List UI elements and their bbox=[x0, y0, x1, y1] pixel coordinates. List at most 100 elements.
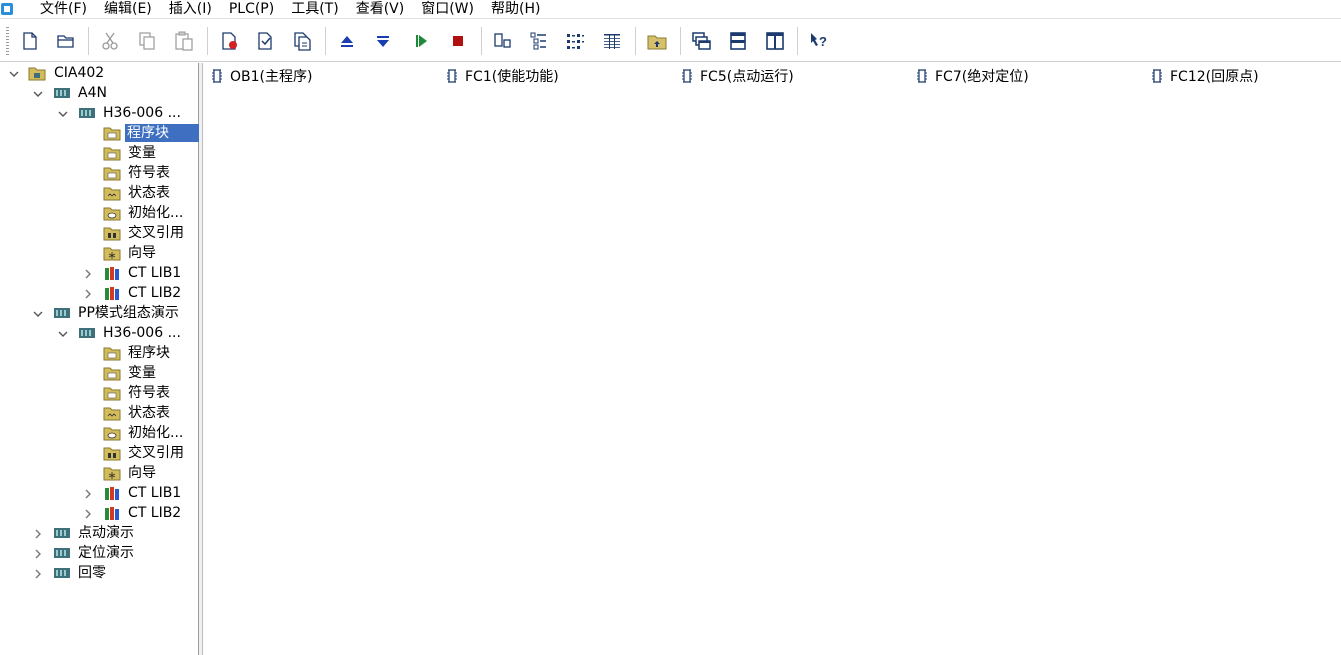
list-view-icon bbox=[567, 34, 584, 49]
menu-bar: 文件(F) 编辑(E) 插入(I) PLC(P) 工具(T) 查看(V) 窗口(… bbox=[0, 0, 1341, 17]
block-label: FC12(回原点) bbox=[1170, 69, 1259, 85]
copy-button[interactable] bbox=[136, 30, 158, 52]
cut-icon bbox=[102, 32, 118, 50]
paste-icon bbox=[175, 31, 193, 51]
tree-label-status-table[interactable]: 状态表 bbox=[128, 184, 170, 202]
cross-ref-folder-icon bbox=[103, 227, 121, 241]
plc-station-icon bbox=[54, 548, 70, 558]
chevron-right-icon[interactable] bbox=[32, 568, 44, 580]
check-doc-icon bbox=[258, 32, 272, 50]
paste-button[interactable] bbox=[173, 30, 195, 52]
tree-label-position-demo[interactable]: 定位演示 bbox=[78, 544, 134, 562]
upload-icon bbox=[341, 36, 353, 47]
chevron-down-icon[interactable] bbox=[57, 108, 69, 120]
chevron-right-icon[interactable] bbox=[32, 528, 44, 540]
tree-label-init[interactable]: 初始化... bbox=[128, 204, 183, 222]
large-icons-view-button[interactable] bbox=[492, 30, 514, 52]
download-button[interactable] bbox=[372, 30, 394, 52]
chevron-down-icon[interactable] bbox=[32, 308, 44, 320]
tree-label-symbol-table[interactable]: 符号表 bbox=[128, 164, 170, 182]
stop-button[interactable] bbox=[447, 30, 469, 52]
program-block-icon bbox=[447, 69, 457, 83]
block-item[interactable]: FC5(点动运行) bbox=[680, 66, 794, 86]
tree-label-a4n[interactable]: A4N bbox=[78, 84, 107, 102]
block-item[interactable]: OB1(主程序) bbox=[210, 66, 312, 86]
tree-label-a4n-cpu[interactable]: H36-006 ... bbox=[103, 104, 181, 122]
check-doc-button[interactable] bbox=[255, 30, 277, 52]
menu-help[interactable]: 帮助(H) bbox=[491, 1, 540, 17]
tile-vertical-button[interactable] bbox=[764, 30, 786, 52]
tree-label-ct-lib1[interactable]: CT LIB1 bbox=[128, 264, 181, 282]
cut-button[interactable] bbox=[99, 30, 121, 52]
block-item[interactable]: FC1(使能功能) bbox=[445, 66, 559, 86]
tree-label-program-block[interactable]: 程序块 bbox=[128, 344, 170, 362]
chevron-right-icon[interactable] bbox=[32, 548, 44, 560]
menu-edit[interactable]: 编辑(E) bbox=[104, 1, 152, 17]
program-block-folder-icon bbox=[103, 347, 121, 361]
toolbar-grip[interactable] bbox=[6, 27, 9, 55]
menu-insert[interactable]: 插入(I) bbox=[169, 1, 212, 17]
new-button[interactable] bbox=[19, 30, 41, 52]
toolbar-separator bbox=[207, 27, 208, 55]
cascade-windows-button[interactable] bbox=[690, 30, 712, 52]
chevron-down-icon[interactable] bbox=[57, 328, 69, 340]
library-icon bbox=[105, 487, 119, 500]
tree-label-variables[interactable]: 变量 bbox=[128, 144, 156, 162]
plc-cpu-icon bbox=[79, 328, 95, 338]
chevron-right-icon[interactable] bbox=[82, 288, 94, 300]
program-block-icon bbox=[212, 69, 222, 83]
tree-label-jog-demo[interactable]: 点动演示 bbox=[78, 524, 134, 542]
menu-window[interactable]: 窗口(W) bbox=[421, 1, 474, 17]
toolbar: ? bbox=[0, 18, 1341, 62]
tree-label-root[interactable]: CIA402 bbox=[54, 64, 104, 82]
details-view-icon bbox=[604, 34, 620, 49]
toolbar-separator bbox=[635, 27, 636, 55]
tree-label-pp[interactable]: PP模式组态演示 bbox=[78, 304, 179, 322]
chevron-down-icon[interactable] bbox=[8, 68, 20, 80]
content-area[interactable] bbox=[204, 63, 1341, 655]
block-item[interactable]: FC7(绝对定位) bbox=[915, 66, 1029, 86]
tree-label-wizard[interactable]: 向导 bbox=[128, 244, 156, 262]
panel-splitter[interactable] bbox=[199, 63, 203, 655]
tree-label-status-table[interactable]: 状态表 bbox=[128, 404, 170, 422]
menu-file[interactable]: 文件(F) bbox=[40, 1, 87, 17]
details-view-button[interactable] bbox=[601, 30, 623, 52]
context-help-icon: ? bbox=[811, 33, 827, 49]
tree-label-pp-cpu[interactable]: H36-006 ... bbox=[103, 324, 181, 342]
tree-label-init[interactable]: 初始化... bbox=[128, 424, 183, 442]
small-icons-view-button[interactable] bbox=[528, 30, 550, 52]
menu-tools[interactable]: 工具(T) bbox=[291, 1, 338, 17]
tree-label-cross-ref[interactable]: 交叉引用 bbox=[128, 224, 184, 242]
upload-button[interactable] bbox=[336, 30, 358, 52]
list-view-button[interactable] bbox=[564, 30, 586, 52]
project-folder-icon bbox=[28, 67, 46, 81]
toolbar-separator bbox=[88, 27, 89, 55]
library-icon bbox=[105, 287, 119, 300]
tree-label-cross-ref[interactable]: 交叉引用 bbox=[128, 444, 184, 462]
compare-doc-button[interactable] bbox=[291, 30, 313, 52]
tree-label-wizard[interactable]: 向导 bbox=[128, 464, 156, 482]
tree-label-ct-lib1[interactable]: CT LIB1 bbox=[128, 484, 181, 502]
run-button[interactable] bbox=[410, 30, 432, 52]
chevron-right-icon[interactable] bbox=[82, 508, 94, 520]
tree-label-variables[interactable]: 变量 bbox=[128, 364, 156, 382]
delete-doc-button[interactable] bbox=[219, 30, 241, 52]
tree-label-ct-lib2[interactable]: CT LIB2 bbox=[128, 504, 181, 522]
block-label: FC5(点动运行) bbox=[700, 69, 794, 85]
menu-plc[interactable]: PLC(P) bbox=[229, 1, 274, 17]
tree-label-ct-lib2[interactable]: CT LIB2 bbox=[128, 284, 181, 302]
tree-label-symbol-table[interactable]: 符号表 bbox=[128, 384, 170, 402]
context-help-button[interactable]: ? bbox=[808, 30, 830, 52]
block-item[interactable]: FC12(回原点) bbox=[1150, 66, 1259, 86]
tree-label-program-block[interactable]: 程序块 bbox=[125, 124, 199, 142]
open-button[interactable] bbox=[55, 30, 77, 52]
chevron-right-icon[interactable] bbox=[82, 268, 94, 280]
tree-label-homing[interactable]: 回零 bbox=[78, 564, 106, 582]
stop-icon bbox=[453, 36, 463, 46]
tile-horizontal-button[interactable] bbox=[727, 30, 749, 52]
menu-view[interactable]: 查看(V) bbox=[356, 1, 405, 17]
chevron-down-icon[interactable] bbox=[32, 88, 44, 100]
chevron-right-icon[interactable] bbox=[82, 488, 94, 500]
delete-doc-icon bbox=[222, 32, 237, 50]
up-folder-button[interactable] bbox=[646, 30, 668, 52]
